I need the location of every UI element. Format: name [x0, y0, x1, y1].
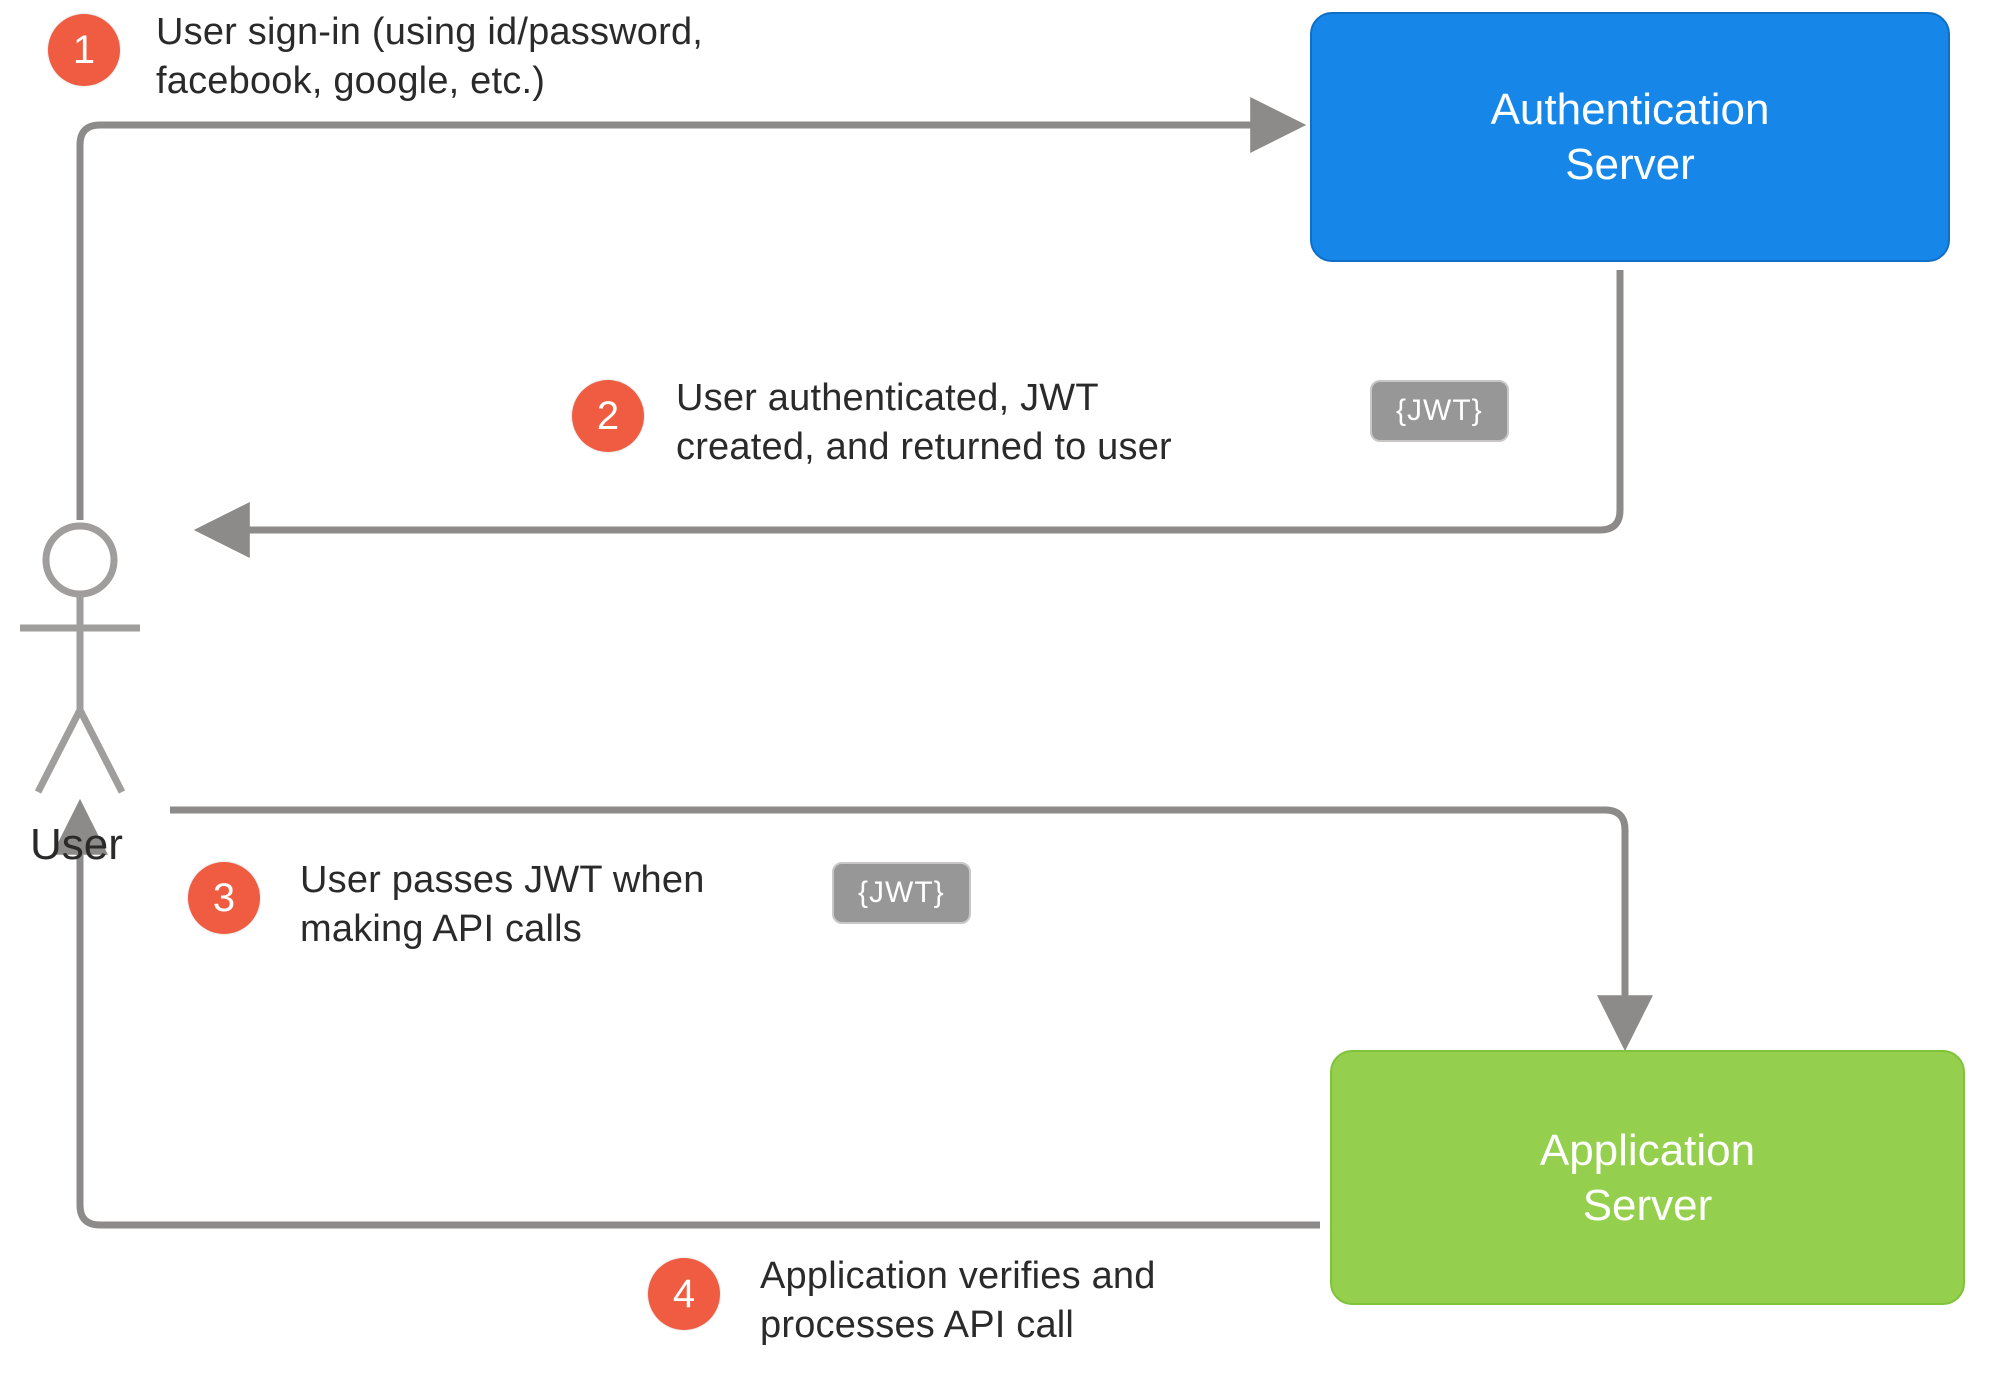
step-1-text: User sign-in (using id/password, faceboo… — [156, 8, 856, 107]
step-1-number: 1 — [73, 28, 95, 73]
jwt-token-chip-step-2: {JWT} — [1370, 380, 1509, 442]
step-2-badge: 2 — [572, 380, 644, 452]
step-2-text: User authenticated, JWT created, and ret… — [676, 374, 1236, 473]
authentication-server-node: Authentication Server — [1310, 12, 1950, 262]
authentication-server-label: Authentication Server — [1491, 82, 1770, 192]
step-4-text: Application verifies and processes API c… — [760, 1252, 1280, 1351]
step-4-number: 4 — [673, 1272, 695, 1317]
user-actor-label: User — [30, 820, 123, 870]
step-3-badge: 3 — [188, 862, 260, 934]
step-4-badge: 4 — [648, 1258, 720, 1330]
step-1-badge: 1 — [48, 14, 120, 86]
step-3-number: 3 — [213, 876, 235, 921]
jwt-flow-diagram: User Authentication Server Application S… — [0, 0, 2000, 1375]
step-3-text: User passes JWT when making API calls — [300, 856, 780, 955]
step-2-number: 2 — [597, 394, 619, 439]
jwt-token-chip-step-3: {JWT} — [832, 862, 971, 924]
application-server-label: Application Server — [1540, 1123, 1755, 1233]
application-server-node: Application Server — [1330, 1050, 1965, 1305]
user-stick-figure-icon — [20, 526, 140, 792]
